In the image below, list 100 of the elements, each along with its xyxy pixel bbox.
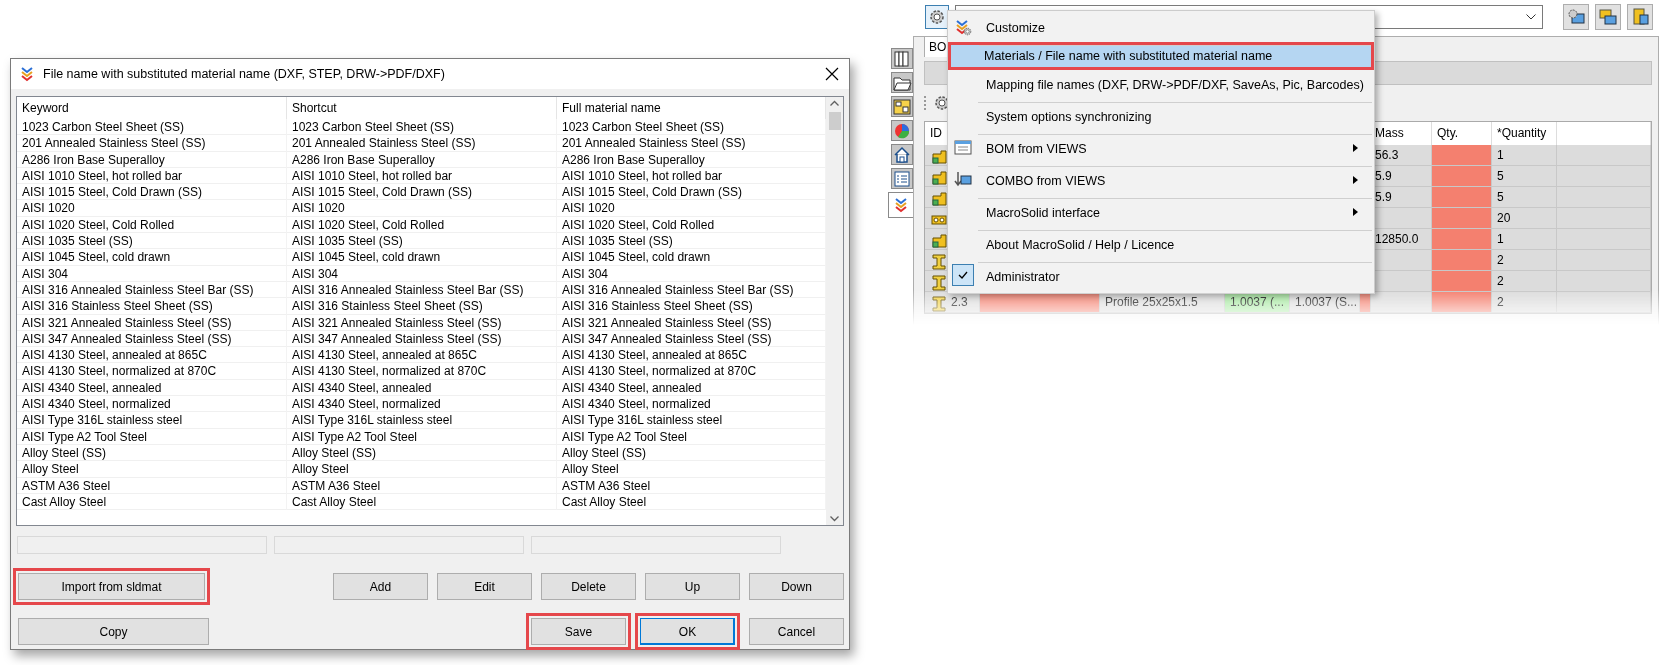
chevrons-gear-icon bbox=[954, 18, 972, 36]
table-cell: 201 Annealed Stainless Steel (SS) bbox=[17, 135, 287, 152]
column-header[interactable]: Qty. bbox=[1432, 122, 1492, 145]
checkbox[interactable] bbox=[952, 264, 974, 286]
dialog-button[interactable]: Edit bbox=[437, 573, 532, 600]
menu-item[interactable]: System options synchronizing bbox=[950, 102, 1372, 131]
menu-item[interactable]: BOM from VIEWS bbox=[950, 134, 1372, 163]
table-cell: 1023 Carbon Steel Sheet (SS) bbox=[287, 119, 557, 136]
dialog-button[interactable]: OK bbox=[640, 618, 735, 645]
window-list-icon bbox=[954, 139, 972, 157]
table-cell: AISI 4340 Steel, annealed bbox=[287, 379, 557, 397]
table-cell: AISI 1010 Steel, hot rolled bar bbox=[557, 167, 826, 185]
menu-label: Mapping file names (DXF, DRW->PDF/DXF, SaveAs, Pic, Barcodes) bbox=[986, 77, 1364, 92]
table-cell: AISI 321 Annealed Stainless Steel (SS) bbox=[557, 314, 826, 331]
dialog-button[interactable]: Copy bbox=[18, 618, 209, 645]
table-cell: AISI 321 Annealed Stainless Steel (SS) bbox=[287, 314, 557, 331]
table-cell: AISI 304 bbox=[287, 265, 557, 282]
table-cell: 2 bbox=[1492, 292, 1557, 313]
close-icon[interactable] bbox=[825, 67, 839, 81]
table-cell: 2 bbox=[1492, 271, 1557, 292]
table-cell: AISI 1020 bbox=[287, 200, 557, 217]
toolbar-button[interactable] bbox=[1627, 3, 1653, 30]
menu-label: Administrator bbox=[986, 269, 1060, 284]
i-beam-icon bbox=[930, 253, 948, 271]
table-cell: Alloy Steel (SS) bbox=[17, 444, 287, 462]
toolbar-button[interactable] bbox=[1595, 3, 1621, 30]
monitor-gear-icon bbox=[1566, 6, 1586, 27]
dialog-button[interactable]: Import from sldmat bbox=[18, 573, 205, 600]
menu-item[interactable]: Customize bbox=[950, 13, 1372, 42]
table-cell: 201 Annealed Stainless Steel (SS) bbox=[557, 135, 826, 152]
menu-item[interactable]: Mapping file names (DXF, DRW->PDF/DXF, SaveAs, Pic, Barcodes) bbox=[950, 70, 1372, 99]
table-cell: 201 Annealed Stainless Steel (SS) bbox=[287, 135, 557, 152]
table-cell bbox=[1432, 292, 1492, 313]
table-cell bbox=[1432, 208, 1492, 229]
side-tab[interactable] bbox=[891, 72, 913, 93]
table-cell: 1.0037 (... bbox=[1225, 292, 1290, 313]
cube-icon bbox=[930, 148, 948, 166]
scroll-thumb[interactable] bbox=[828, 112, 841, 130]
dialog-button[interactable]: Add bbox=[333, 573, 428, 600]
table-cell bbox=[1432, 145, 1492, 166]
table-cell: AISI 1020 Steel, Cold Rolled bbox=[557, 216, 826, 234]
table-cell: AISI 1035 Steel (SS) bbox=[557, 233, 826, 250]
side-tab[interactable] bbox=[891, 144, 913, 165]
toolbar-grip[interactable] bbox=[924, 96, 928, 110]
table-cell: Alloy Steel bbox=[287, 461, 557, 478]
table-cell: 20 bbox=[1492, 208, 1557, 229]
i-beam-icon bbox=[930, 274, 948, 292]
table-cell: 1 bbox=[1492, 229, 1557, 250]
table-cell: 2 bbox=[1492, 250, 1557, 271]
monitor-swap-icon bbox=[1598, 6, 1618, 27]
stack-icon bbox=[1630, 6, 1650, 27]
menu-label: COMBO from VIEWS bbox=[986, 173, 1106, 188]
table-cell: A286 Iron Base Superalloy bbox=[17, 151, 287, 168]
menu-item[interactable]: COMBO from VIEWS bbox=[950, 166, 1372, 195]
table-cell: AISI 316 Annealed Stainless Steel Bar (SS) bbox=[287, 281, 557, 299]
i-beam-icon bbox=[930, 295, 948, 313]
submenu-arrow-icon bbox=[1353, 144, 1358, 152]
table-cell: AISI 4130 Steel, normalized at 870C bbox=[287, 363, 557, 380]
table-cell: AISI 4130 Steel, annealed at 865C bbox=[557, 347, 826, 364]
dialog-button[interactable]: Down bbox=[749, 573, 844, 600]
table-cell: AISI 4340 Steel, normalized bbox=[17, 396, 287, 413]
dialog-button[interactable]: Save bbox=[531, 618, 626, 645]
dialog-button[interactable]: Up bbox=[645, 573, 740, 600]
column-header[interactable]: Keyword bbox=[17, 97, 287, 119]
table-cell: AISI 347 Annealed Stainless Steel (SS) bbox=[557, 330, 826, 348]
submenu-arrow-icon bbox=[1353, 176, 1358, 184]
table-cell: 5 bbox=[1492, 166, 1557, 187]
table-cell: AISI 1020 Steel, Cold Rolled bbox=[287, 216, 557, 234]
menu-item[interactable]: MacroSolid interface bbox=[950, 198, 1372, 227]
column-header[interactable]: *Quantity bbox=[1492, 122, 1557, 145]
dialog-button[interactable]: Cancel bbox=[749, 618, 844, 645]
settings-button[interactable] bbox=[925, 4, 949, 29]
table-cell: AISI Type A2 Tool Steel bbox=[287, 428, 557, 445]
side-tab[interactable] bbox=[891, 96, 913, 117]
table-cell: AISI 4340 Steel, annealed bbox=[17, 379, 287, 397]
table-cell: AISI 4340 Steel, normalized bbox=[557, 396, 826, 413]
scrollbar[interactable] bbox=[826, 97, 843, 525]
menu-item[interactable]: Materials / File name with substituted material name bbox=[948, 42, 1374, 70]
menu-item[interactable]: Administrator bbox=[950, 262, 1372, 291]
table-cell: AISI 347 Annealed Stainless Steel (SS) bbox=[17, 330, 287, 348]
side-tab[interactable] bbox=[891, 48, 913, 69]
table-cell: AISI 4130 Steel, normalized at 870C bbox=[17, 363, 287, 380]
side-tab[interactable] bbox=[891, 168, 913, 189]
table-cell: AISI 1020 Steel, Cold Rolled bbox=[17, 216, 287, 234]
table-cell: AISI 316 Annealed Stainless Steel Bar (SS) bbox=[17, 281, 287, 299]
toolbar-button[interactable] bbox=[1563, 3, 1589, 30]
menu-item[interactable]: About MacroSolid / Help / Licence bbox=[950, 230, 1372, 259]
menu-label: Customize bbox=[986, 20, 1046, 35]
column-header[interactable]: Shortcut bbox=[287, 97, 557, 119]
menu-label: Materials / File name with substituted material name bbox=[984, 49, 1273, 63]
check-icon bbox=[958, 271, 968, 279]
table-cell: AISI 1045 Steel, cold drawn bbox=[557, 249, 826, 266]
table-cell: AISI Type 316L stainless steel bbox=[17, 412, 287, 429]
table-cell: AISI 316 Annealed Stainless Steel Bar (SS) bbox=[557, 281, 826, 299]
table-cell: AISI Type A2 Tool Steel bbox=[557, 428, 826, 445]
layout-icon bbox=[892, 96, 912, 117]
side-tab[interactable] bbox=[888, 192, 913, 218]
table-cell: ASTM A36 Steel bbox=[557, 477, 826, 494]
dialog-button[interactable]: Delete bbox=[541, 573, 636, 600]
table-cell: Alloy Steel (SS) bbox=[557, 444, 826, 462]
